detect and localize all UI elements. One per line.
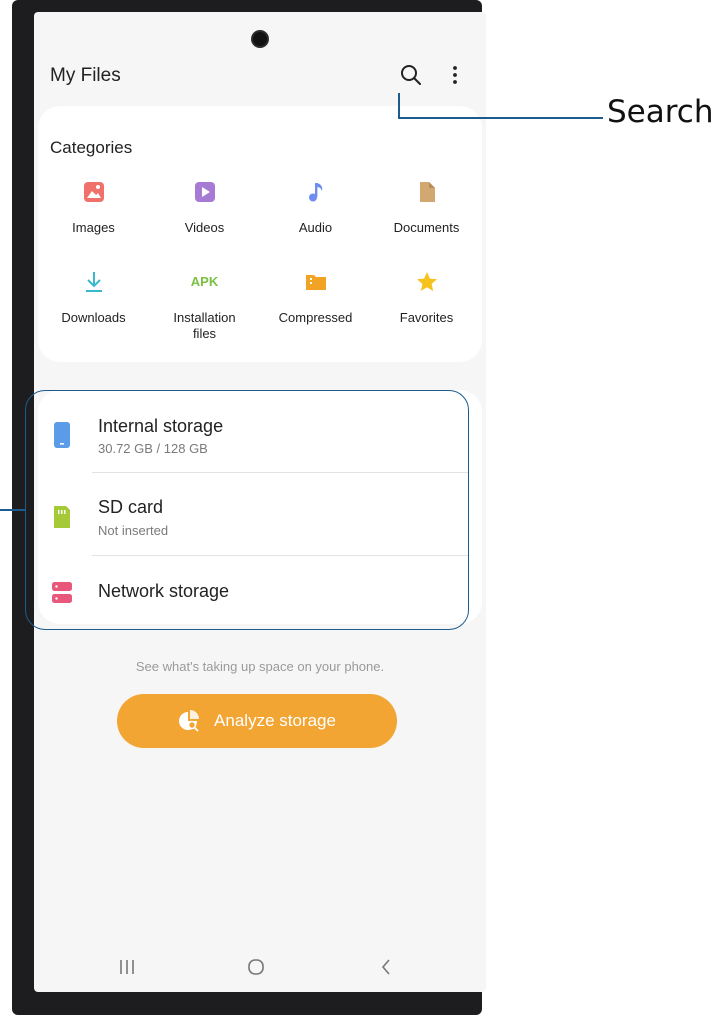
category-compressed[interactable]: Compressed: [260, 270, 371, 326]
callout-connector: [0, 509, 25, 511]
category-label: Images: [72, 220, 115, 235]
search-callout-label: Search: [607, 94, 714, 130]
storage-internal[interactable]: Internal storage 30.72 GB / 128 GB: [38, 390, 482, 470]
favorites-icon: [416, 272, 437, 291]
analyze-storage-button[interactable]: Analyze storage: [117, 694, 397, 748]
search-icon[interactable]: [398, 62, 424, 88]
storage-title: Network storage: [98, 581, 230, 601]
storage-hint: See what's taking up space on your phone…: [135, 659, 385, 674]
category-label: Favorites: [399, 310, 454, 325]
callout-connector: [398, 93, 400, 118]
storage-subtitle: Not inserted: [98, 523, 169, 538]
audio-icon: [308, 183, 322, 202]
storage-sd-card[interactable]: SD card Not inserted: [38, 473, 482, 553]
front-camera: [253, 32, 267, 46]
category-label: Audio: [298, 220, 333, 235]
categories-title: Categories: [50, 138, 133, 157]
category-favorites[interactable]: Favorites: [371, 270, 482, 326]
compressed-icon: [305, 275, 326, 290]
category-label: Downloads: [61, 310, 126, 325]
categories-card: Categories Images Videos Audio Documents…: [38, 106, 482, 362]
home-icon[interactable]: [246, 957, 266, 977]
recent-apps-icon[interactable]: [118, 957, 136, 977]
category-label: Videos: [184, 220, 225, 235]
documents-icon: [419, 182, 435, 202]
storage-network[interactable]: Network storage: [38, 556, 482, 624]
more-options-icon[interactable]: [442, 62, 468, 88]
category-downloads[interactable]: Downloads: [38, 270, 149, 326]
category-label: Documents: [393, 220, 460, 235]
callout-connector: [398, 117, 603, 119]
downloads-icon: [85, 272, 102, 292]
screen: My Files Categories Images Videos Audio …: [34, 12, 486, 992]
videos-icon: [194, 182, 215, 202]
category-label: Compressed: [278, 310, 353, 325]
category-images[interactable]: Images: [38, 180, 149, 236]
storage-card: Internal storage 30.72 GB / 128 GB SD ca…: [38, 390, 482, 624]
network-storage-icon: [52, 582, 72, 603]
page-title: My Files: [50, 65, 121, 86]
storage-title: SD card: [98, 497, 164, 517]
navigation-bar: [34, 957, 486, 992]
storage-subtitle: 30.72 GB / 128 GB: [98, 441, 208, 456]
category-videos[interactable]: Videos: [149, 180, 260, 236]
sd-card-icon: [54, 506, 70, 528]
category-label: Installation files: [173, 310, 236, 341]
analyze-icon: [179, 710, 200, 732]
phone-frame: My Files Categories Images Videos Audio …: [12, 0, 486, 1015]
storage-title: Internal storage: [98, 416, 224, 436]
category-installation-files[interactable]: APK Installation files: [149, 270, 260, 342]
category-audio[interactable]: Audio: [260, 180, 371, 236]
analyze-storage-label: Analyze storage: [214, 711, 336, 730]
category-documents[interactable]: Documents: [371, 180, 482, 236]
back-icon[interactable]: [378, 957, 394, 977]
apk-icon: APK: [190, 274, 219, 289]
phone-storage-icon: [54, 422, 70, 448]
images-icon: [83, 182, 104, 202]
